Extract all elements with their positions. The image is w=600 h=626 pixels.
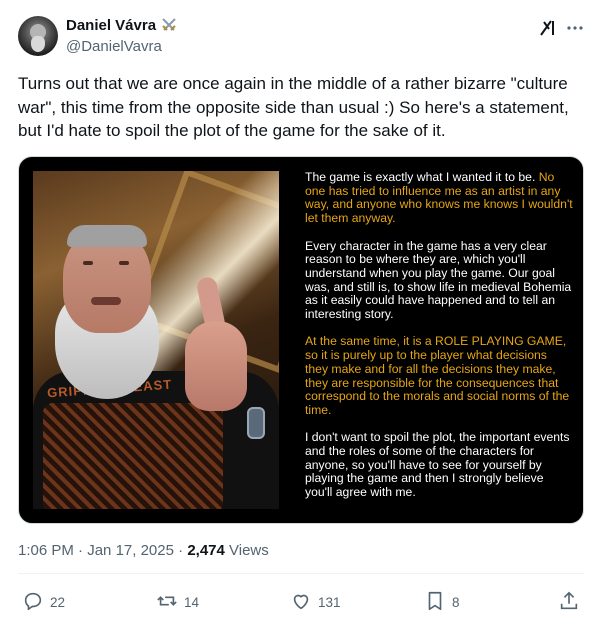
photo-mouth <box>91 297 121 305</box>
bookmark-count: 8 <box>452 594 460 610</box>
meta-separator-2: · <box>173 542 188 559</box>
statement-paragraph-3: At the same time, it is a ROLE PLAYING G… <box>305 334 570 417</box>
statement-text-block: The game is exactly what I wanted it to … <box>305 170 573 514</box>
statement-p1-white: The game is exactly what I wanted it to … <box>305 170 536 184</box>
repost-count: 14 <box>184 594 200 610</box>
repost-icon <box>156 590 178 615</box>
action-bar: 22 14 131 8 <box>18 588 584 616</box>
reply-button[interactable]: 22 <box>22 588 65 616</box>
statement-paragraph-2: Every character in the game has a very c… <box>305 238 572 322</box>
repost-button[interactable]: 14 <box>156 588 199 616</box>
like-count: 131 <box>318 594 341 610</box>
avatar[interactable] <box>18 16 58 56</box>
share-icon <box>558 590 580 615</box>
statement-paragraph-4: I don't want to spoil the plot, the impo… <box>305 430 570 500</box>
views-count: 2,474 <box>187 542 225 559</box>
reply-icon <box>22 590 44 615</box>
tweet-date[interactable]: Jan 17, 2025 <box>87 542 174 559</box>
photo-watch <box>247 407 265 439</box>
avatar-beard <box>31 36 45 52</box>
bookmark-icon <box>424 590 446 615</box>
photo-shirt-print <box>43 403 223 509</box>
like-button[interactable]: 131 <box>290 588 341 616</box>
divider <box>18 573 584 574</box>
photo-eye-right <box>119 261 129 265</box>
share-button[interactable] <box>558 588 580 616</box>
grok-icon[interactable] <box>538 18 558 38</box>
heart-icon <box>290 590 312 615</box>
tweet-media-image[interactable]: GRIPPING BEAST The game is exactly what … <box>18 156 584 524</box>
meta-separator-1: · <box>73 542 88 559</box>
author-handle[interactable]: @DanielVavra <box>66 38 162 55</box>
photo-hand <box>185 321 247 411</box>
tweet-text: Turns out that we are once again in the … <box>18 74 569 140</box>
author-photo: GRIPPING BEAST <box>33 171 279 509</box>
photo-eye-left <box>83 261 93 265</box>
author-display-name[interactable]: Daniel Vávra <box>66 17 156 34</box>
author-name-line: Daniel Vávra <box>66 16 178 34</box>
bookmark-button[interactable]: 8 <box>424 588 460 616</box>
photo-hair <box>67 225 147 247</box>
tweet-header: Daniel Vávra @DanielVavra <box>0 0 600 70</box>
crossed-swords-icon <box>160 16 178 34</box>
tweet-meta: 1:06 PM · Jan 17, 2025 · 2,474 Views <box>18 542 269 559</box>
reply-count: 22 <box>50 594 66 610</box>
statement-paragraph-1: The game is exactly what I wanted it to … <box>305 170 573 226</box>
views-label: Views <box>224 542 269 559</box>
more-options-icon[interactable] <box>565 18 585 38</box>
tweet-time[interactable]: 1:06 PM <box>18 542 74 559</box>
